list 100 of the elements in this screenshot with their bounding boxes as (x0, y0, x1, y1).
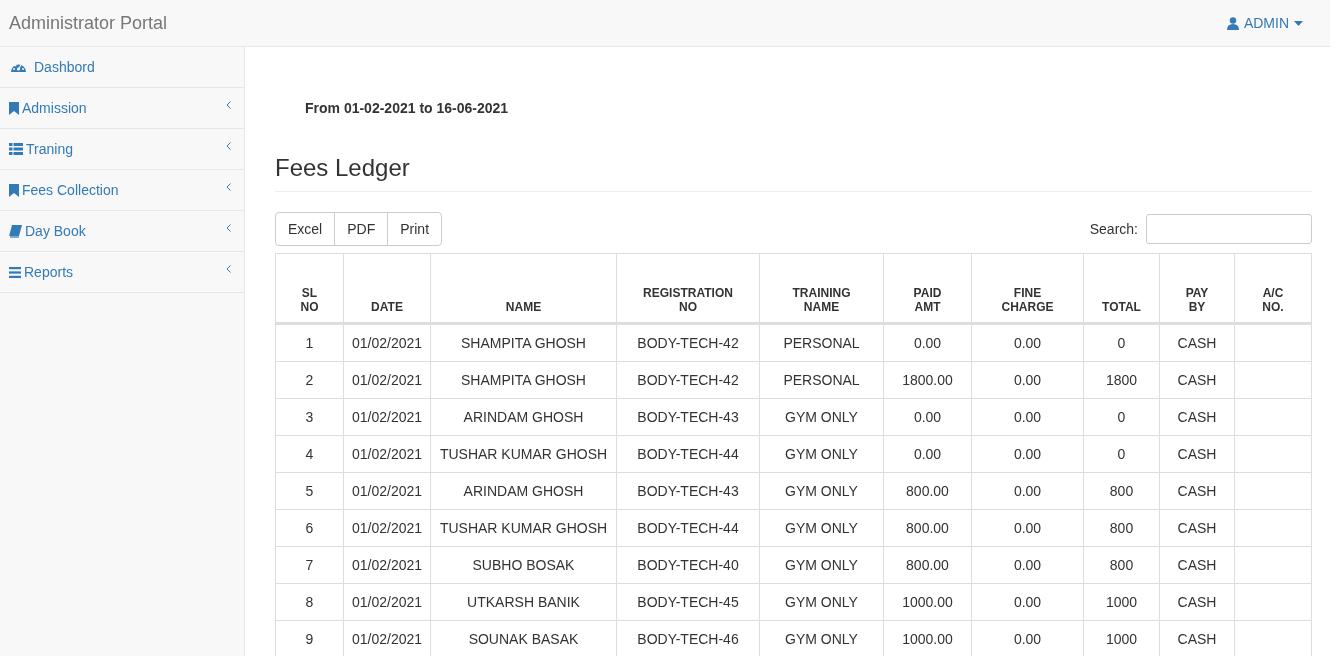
table-cell: BODY-TECH-45 (616, 583, 760, 621)
table-cell: 01/02/2021 (343, 323, 431, 362)
column-header[interactable]: TRAINING NAME (759, 253, 884, 324)
menu-icon (9, 266, 21, 278)
sidebar-item-label: Day Book (25, 223, 87, 239)
table-cell: 800 (1083, 472, 1160, 510)
table-cell: 800.00 (883, 546, 972, 584)
user-icon (1226, 16, 1239, 30)
export-button[interactable]: Print (387, 212, 443, 246)
column-header[interactable]: REGISTRATION NO (616, 253, 760, 324)
export-button[interactable]: Excel (275, 212, 336, 246)
table-cell: CASH (1159, 398, 1235, 436)
sidebar-item[interactable]: Reports (0, 252, 244, 293)
table-cell: 0.00 (971, 509, 1084, 547)
search-label: Search: (1089, 221, 1138, 237)
column-header[interactable]: TOTAL (1083, 253, 1160, 324)
table-cell: 4 (275, 435, 344, 473)
table-cell: PERSONAL (759, 323, 884, 362)
table-cell: GYM ONLY (759, 472, 884, 510)
table-cell: BODY-TECH-42 (616, 361, 760, 399)
table-cell: BODY-TECH-44 (616, 509, 760, 547)
column-header[interactable]: DATE (343, 253, 431, 324)
table-cell: CASH (1159, 509, 1235, 547)
table-cell: 800 (1083, 509, 1160, 547)
sidebar-item[interactable]: Admission (0, 88, 244, 129)
table-cell: 0.00 (971, 546, 1084, 584)
table-cell: 01/02/2021 (343, 435, 431, 473)
table-cell: 01/02/2021 (343, 361, 431, 399)
search-field[interactable] (1146, 214, 1312, 244)
table-cell: 9 (275, 620, 344, 656)
column-header[interactable]: A/C NO. (1234, 253, 1312, 324)
table-cell: 800.00 (883, 509, 972, 547)
table-cell: BODY-TECH-42 (616, 323, 760, 362)
table-cell: GYM ONLY (759, 546, 884, 584)
table-cell: 1 (275, 323, 344, 362)
sidebar-item-label: Traning (26, 141, 74, 157)
brand-title[interactable]: Administrator Portal (9, 12, 168, 34)
table-cell: CASH (1159, 546, 1235, 584)
table-cell: 1000 (1083, 583, 1160, 621)
table-cell: GYM ONLY (759, 509, 884, 547)
table-cell: 0.00 (971, 583, 1084, 621)
table-cell: SUBHO BOSAK (430, 546, 617, 584)
column-header[interactable]: PAID AMT (883, 253, 972, 324)
table-cell: 01/02/2021 (343, 583, 431, 621)
column-header[interactable]: NAME (430, 253, 617, 324)
table-cell: 0.00 (883, 323, 972, 362)
table-cell: 01/02/2021 (343, 472, 431, 510)
table-cell: GYM ONLY (759, 583, 884, 621)
table-cell: TUSHAR KUMAR GHOSH (430, 435, 617, 473)
table-cell: ARINDAM GHOSH (430, 472, 617, 510)
table-cell: ARINDAM GHOSH (430, 398, 617, 436)
table-cell: 8 (275, 583, 344, 621)
table-cell: BODY-TECH-40 (616, 546, 760, 584)
table-cell: 1800 (1083, 361, 1160, 399)
table-cell: 0.00 (971, 398, 1084, 436)
table-cell: 01/02/2021 (343, 546, 431, 584)
bookmark-icon (9, 183, 19, 197)
table-cell: 1000.00 (883, 583, 972, 621)
sidebar-item[interactable]: Fees Collection (0, 170, 244, 211)
table-cell: 0.00 (883, 435, 972, 473)
table-cell: 0.00 (971, 435, 1084, 473)
column-header[interactable]: SL NO (275, 253, 344, 324)
table-cell: SHAMPITA GHOSH (430, 361, 617, 399)
admin-user-menu[interactable]: ADMIN (1226, 15, 1303, 31)
page-heading: Fees Ledger (275, 154, 1312, 192)
table-cell: BODY-TECH-43 (616, 472, 760, 510)
table-cell: CASH (1159, 583, 1235, 621)
table-cell: 0 (1083, 398, 1160, 436)
table-cell: 01/02/2021 (343, 398, 431, 436)
column-header[interactable]: PAY BY (1159, 253, 1235, 324)
table-cell: 0.00 (971, 361, 1084, 399)
table-cell: CASH (1159, 472, 1235, 510)
sidebar-item-label: Reports (24, 264, 75, 280)
table-cell: UTKARSH BANIK (430, 583, 617, 621)
table-cell: 01/02/2021 (343, 509, 431, 547)
table-cell: GYM ONLY (759, 398, 884, 436)
export-button[interactable]: PDF (334, 212, 389, 246)
table-cell: 0.00 (971, 472, 1084, 510)
table-cell: 2 (275, 361, 344, 399)
sidebar-item[interactable]: Traning (0, 129, 244, 170)
table-cell: 0 (1083, 323, 1160, 362)
column-header[interactable]: FINE CHARGE (971, 253, 1084, 324)
table-cell: 7 (275, 546, 344, 584)
table-cell: 0 (1083, 435, 1160, 473)
caret-icon (1294, 20, 1303, 26)
table-cell: BODY-TECH-43 (616, 398, 760, 436)
table-cell: BODY-TECH-44 (616, 435, 760, 473)
table-cell: PERSONAL (759, 361, 884, 399)
table-cell: 1800.00 (883, 361, 972, 399)
table-cell: CASH (1159, 323, 1235, 362)
sidebar-item[interactable]: Dashbord (0, 47, 244, 88)
table-cell: CASH (1159, 435, 1235, 473)
sidebar-item[interactable]: Day Book (0, 211, 244, 252)
table-cell: 800 (1083, 546, 1160, 584)
table-cell: GYM ONLY (759, 435, 884, 473)
sidebar-item-label: Admission (22, 100, 88, 116)
table-cell: SHAMPITA GHOSH (430, 323, 617, 362)
table-cell: 0.00 (883, 398, 972, 436)
table-cell: 800.00 (883, 472, 972, 510)
table-cell: 5 (275, 472, 344, 510)
